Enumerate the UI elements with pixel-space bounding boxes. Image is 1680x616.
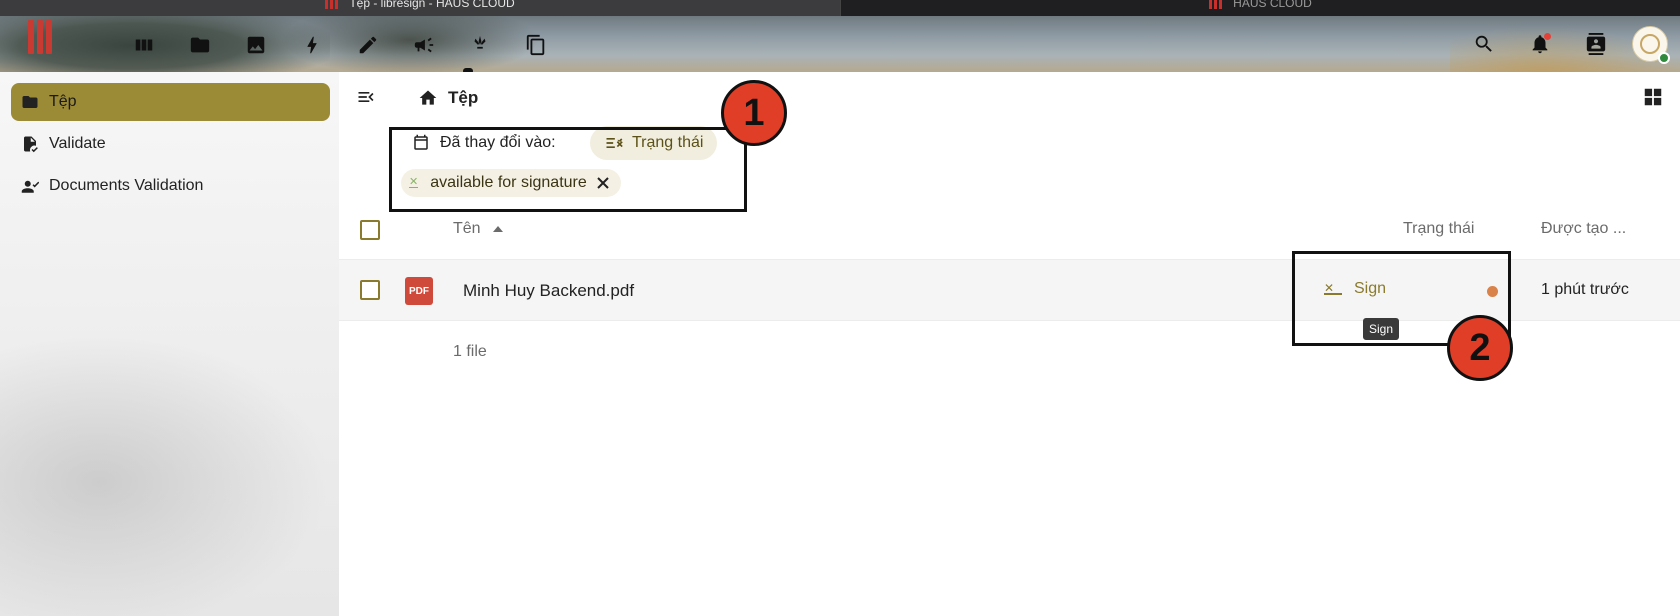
home-icon [419,90,437,105]
sidebar-item-validate[interactable]: Validate [11,125,330,163]
column-header-name-label: Tên [453,220,481,237]
sidebar-item-documents-validation[interactable]: Documents Validation [11,167,330,205]
browser-tab-title: Tệp - libresign - HAUS CLOUD [349,0,515,10]
app-menu [116,29,564,61]
haus-logo[interactable] [28,20,58,60]
column-header-status[interactable]: Trạng thái [1403,220,1474,238]
haus-favicon-icon [1209,0,1226,9]
user-avatar[interactable] [1632,26,1670,64]
notification-dot [1544,33,1551,40]
browser-tab-title: HAUS CLOUD [1233,0,1312,10]
online-status-icon [1658,52,1670,64]
sidebar-item-files[interactable]: Tệp [11,83,330,121]
menu-collapse-icon [358,92,374,102]
photos-icon[interactable] [228,29,284,61]
main-content: Tệp Đã thay đổi vào: Trạng thái ✕ availa… [339,72,1680,616]
annotation-badge-1: 1 [721,80,787,146]
breadcrumb[interactable]: Tệp [418,88,478,108]
sidebar-item-label: Validate [49,135,106,152]
row-select-checkbox[interactable] [360,280,380,300]
sidebar-item-label: Tệp [49,93,77,110]
announcements-icon[interactable] [396,29,452,61]
haus-favicon-icon [325,0,342,9]
sort-ascending-icon [492,226,503,232]
file-check-icon [24,136,38,153]
browser-tab-strip: Tệp - libresign - HAUS CLOUD HAUS CLOUD [0,0,1680,16]
file-name[interactable]: Minh Huy Backend.pdf [463,281,634,301]
created-time: 1 phút trước [1541,281,1629,298]
sidebar-item-label: Documents Validation [49,177,204,194]
grid-view-icon [1644,88,1662,106]
app-navigation: Tệp Validate Documents Validation [0,72,339,616]
column-header-name[interactable]: Tên [453,220,503,238]
libresign-icon[interactable] [452,29,508,61]
folder-icon [22,96,38,108]
files-table-header: Tên Trạng thái Được tạo ... [339,207,1680,253]
breadcrumb-label: Tệp [448,88,479,107]
header-right [1456,26,1680,64]
contacts-icon[interactable] [1568,26,1624,62]
grid-view-toggle[interactable] [1642,86,1664,108]
browser-tab-active[interactable]: Tệp - libresign - HAUS CLOUD [0,0,840,16]
pdf-file-icon: PDF [405,277,433,305]
toggle-navigation-button[interactable] [353,84,379,110]
app-header [0,16,1680,72]
notifications-icon[interactable] [1512,26,1568,62]
notes-icon[interactable] [340,29,396,61]
files-icon[interactable] [172,29,228,61]
activity-icon[interactable] [284,29,340,61]
column-header-created[interactable]: Được tạo ... [1541,220,1626,238]
dashboard-icon[interactable] [116,29,172,61]
search-icon[interactable] [1456,26,1512,62]
select-all-checkbox[interactable] [360,220,380,240]
annotation-box-filters [389,127,747,212]
account-check-icon [21,180,39,193]
file-count-summary: 1 file [453,343,487,360]
browser-tab-inactive[interactable]: HAUS CLOUD [840,0,1680,16]
annotation-badge-2: 2 [1447,315,1513,381]
documents-icon[interactable] [508,29,564,61]
